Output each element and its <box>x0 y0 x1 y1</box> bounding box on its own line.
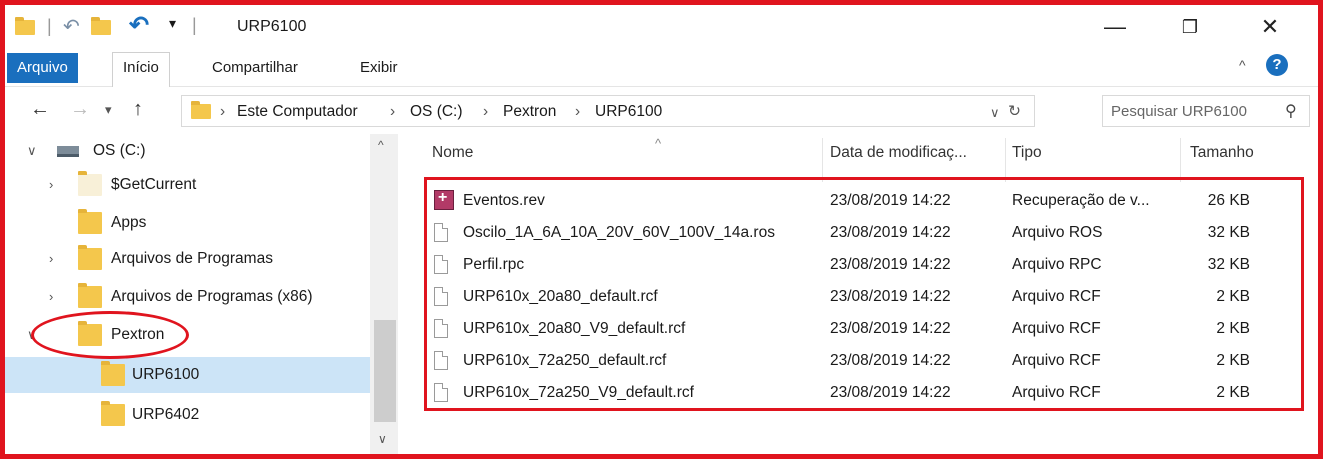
undo-icon[interactable]: ↶ <box>129 11 149 40</box>
crumb-urp6100[interactable]: URP6100 <box>595 103 662 121</box>
column-divider[interactable] <box>822 138 823 182</box>
expanded-chevron-icon[interactable]: ∨ <box>27 143 37 159</box>
highlight-box <box>424 177 1304 411</box>
nav-item-label: URP6100 <box>132 366 200 383</box>
tab-inicio[interactable]: Início <box>112 52 170 87</box>
crumb-separator-icon: › <box>390 103 396 120</box>
folder-icon <box>78 245 102 270</box>
nav-item-os-c[interactable]: ∨ OS (C:) <box>5 134 385 168</box>
folder-icon <box>78 209 102 234</box>
nav-item-label: $GetCurrent <box>111 176 197 193</box>
folder-icon <box>101 401 125 426</box>
nav-item-urp6100[interactable]: URP6100 <box>5 357 385 393</box>
back-arrow-icon[interactable]: ← <box>30 98 50 121</box>
address-bar[interactable]: › Este Computador › OS (C:) › Pextron › … <box>181 95 1035 127</box>
nav-item-label: Apps <box>111 214 147 231</box>
tab-arquivo[interactable]: Arquivo <box>7 53 78 83</box>
folder-icon <box>78 283 102 308</box>
separator: | <box>192 15 197 35</box>
recent-locations-chevron-icon[interactable]: ▾ <box>105 102 112 118</box>
collapsed-chevron-icon[interactable]: › <box>49 251 53 266</box>
column-divider[interactable] <box>1180 138 1181 182</box>
new-folder-icon[interactable] <box>91 17 111 35</box>
ribbon-tabs: Arquivo Início Compartilhar Exibir ^ ? <box>5 49 1318 87</box>
scroll-down-arrow-icon[interactable]: ∨ <box>378 432 387 446</box>
scrollbar-thumb[interactable] <box>374 320 396 422</box>
address-row: ← → ▾ ↑ › Este Computador › OS (C:) › Pe… <box>5 88 1318 134</box>
search-box[interactable]: Pesquisar URP6100 ⚲ <box>1102 95 1310 127</box>
collapsed-chevron-icon[interactable]: › <box>49 177 53 192</box>
collapse-ribbon-chevron-icon[interactable]: ^ <box>1239 57 1246 73</box>
highlight-oval <box>31 311 189 359</box>
folder-icon <box>78 171 102 196</box>
folder-icon <box>191 101 211 119</box>
restore-button[interactable]: ❐ <box>1155 5 1225 49</box>
column-header-tipo[interactable]: Tipo <box>1012 144 1042 162</box>
address-dropdown-chevron-icon[interactable]: ∨ <box>990 105 1000 121</box>
nav-item-label: URP6402 <box>132 406 200 423</box>
crumb-os-c[interactable]: OS (C:) <box>410 103 463 121</box>
nav-item-apps[interactable]: Apps <box>5 206 385 240</box>
collapsed-chevron-icon[interactable]: › <box>49 289 53 304</box>
title-bar: | ↶ ↶ ▾ | URP6100 — ❐ ✕ <box>5 5 1318 49</box>
drive-icon <box>57 146 79 157</box>
sort-ascending-icon: ^ <box>655 136 662 151</box>
customize-toolbar-chevron-icon[interactable]: ▾ <box>169 15 176 32</box>
column-header-tamanho[interactable]: Tamanho <box>1190 144 1254 162</box>
properties-icon[interactable]: ↶ <box>63 14 80 39</box>
column-header-data[interactable]: Data de modificaç... <box>830 144 967 162</box>
crumb-separator-icon: › <box>575 103 581 120</box>
scroll-up-arrow-icon[interactable]: ^ <box>378 138 384 152</box>
nav-item-getcurrent[interactable]: › $GetCurrent <box>5 168 385 202</box>
crumb-este-computador[interactable]: Este Computador <box>237 103 358 121</box>
column-header-nome[interactable]: Nome <box>432 144 473 162</box>
minimize-button[interactable]: — <box>1080 5 1150 49</box>
tab-compartilhar[interactable]: Compartilhar <box>202 53 308 83</box>
nav-item-arquivos-de-programas-x86[interactable]: › Arquivos de Programas (x86) <box>5 280 385 314</box>
search-input[interactable]: Pesquisar URP6100 <box>1111 103 1247 120</box>
navigation-pane: ∨ OS (C:) › $GetCurrent Apps › Arquivos … <box>5 134 398 454</box>
nav-item-urp6402[interactable]: URP6402 <box>5 398 385 432</box>
close-button[interactable]: ✕ <box>1235 5 1305 49</box>
folder-icon <box>15 17 35 35</box>
nav-item-label: Arquivos de Programas <box>111 250 273 267</box>
tab-exibir[interactable]: Exibir <box>350 53 408 83</box>
column-divider[interactable] <box>1005 138 1006 182</box>
crumb-separator-icon: › <box>220 103 226 120</box>
search-icon[interactable]: ⚲ <box>1285 101 1297 121</box>
crumb-separator-icon: › <box>483 103 489 120</box>
up-arrow-icon[interactable]: ↑ <box>133 98 143 121</box>
help-icon[interactable]: ? <box>1266 54 1288 76</box>
window-title: URP6100 <box>237 18 307 35</box>
forward-arrow-icon[interactable]: → <box>70 98 90 121</box>
separator: | <box>47 16 52 36</box>
crumb-pextron[interactable]: Pextron <box>503 103 556 121</box>
nav-item-label: OS (C:) <box>93 142 146 159</box>
refresh-icon[interactable]: ↻ <box>1008 102 1021 121</box>
folder-icon <box>101 361 125 386</box>
nav-item-label: Arquivos de Programas (x86) <box>111 288 313 305</box>
nav-scrollbar[interactable]: ^ ∨ <box>370 134 398 454</box>
nav-item-arquivos-de-programas[interactable]: › Arquivos de Programas <box>5 242 385 276</box>
